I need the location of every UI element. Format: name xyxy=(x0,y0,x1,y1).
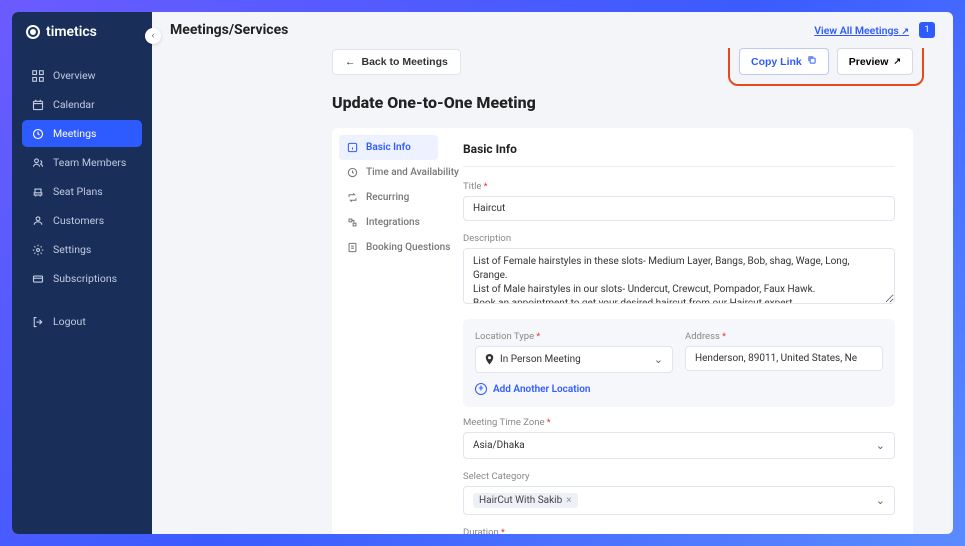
sidebar-item-label: Team Members xyxy=(53,156,126,169)
sidebar-item-seat-plans[interactable]: Seat Plans xyxy=(22,178,142,205)
brand-name: timetics xyxy=(46,24,97,40)
sidebar-item-overview[interactable]: Overview xyxy=(22,62,142,89)
location-group: Location Type In Person Meeting ⌄ xyxy=(463,319,895,407)
sidebar: timetics Overview Calendar Meetings Team… xyxy=(12,12,152,534)
location-type-select[interactable]: In Person Meeting ⌄ xyxy=(475,346,673,373)
plug-icon xyxy=(347,217,358,228)
step-time-availability[interactable]: Time and Availability xyxy=(339,160,438,185)
location-type-value: In Person Meeting xyxy=(500,354,581,365)
chip-remove-icon[interactable]: × xyxy=(566,495,571,506)
sidebar-item-team-members[interactable]: Team Members xyxy=(22,149,142,176)
sidebar-item-label: Subscriptions xyxy=(53,272,117,285)
plus-icon: + xyxy=(475,383,487,395)
category-chip: HairCut With Sakib × xyxy=(473,493,578,508)
view-all-meetings-link[interactable]: View All Meetings ↗ xyxy=(814,24,909,37)
users-icon xyxy=(32,157,44,169)
brand-logo: timetics xyxy=(22,24,142,40)
customer-icon xyxy=(32,215,44,227)
step-booking-questions[interactable]: Booking Questions xyxy=(339,235,438,260)
category-chip-label: HairCut With Sakib xyxy=(479,495,562,506)
page-title: Meetings/Services xyxy=(170,22,288,38)
chevron-down-icon: ⌄ xyxy=(654,353,663,366)
logout-icon xyxy=(32,316,44,328)
address-label: Address xyxy=(685,331,883,342)
grid-icon xyxy=(32,70,44,82)
step-label: Recurring xyxy=(366,192,409,203)
card-icon xyxy=(32,273,44,285)
pin-icon xyxy=(485,354,494,366)
step-label: Basic Info xyxy=(366,142,411,153)
address-input[interactable] xyxy=(685,346,883,371)
back-to-meetings-button[interactable]: ← Back to Meetings xyxy=(332,49,461,75)
brand-icon xyxy=(26,25,40,39)
sidebar-collapse-button[interactable]: ‹ xyxy=(145,28,161,44)
timezone-label: Meeting Time Zone xyxy=(463,417,895,428)
copy-icon xyxy=(807,55,817,68)
title-label: Title xyxy=(463,181,895,192)
form-heading: Update One-to-One Meeting xyxy=(332,93,913,112)
timezone-select[interactable]: Asia/Dhaka ⌄ xyxy=(463,432,895,459)
sidebar-item-meetings[interactable]: Meetings xyxy=(22,120,142,147)
gear-icon xyxy=(32,244,44,256)
step-label: Booking Questions xyxy=(366,242,450,253)
category-label: Select Category xyxy=(463,471,895,482)
form-icon xyxy=(347,242,358,253)
sidebar-item-label: Logout xyxy=(53,315,86,328)
step-basic-info[interactable]: Basic Info xyxy=(339,135,438,160)
topbar: Meetings/Services View All Meetings ↗ 1 xyxy=(152,12,953,48)
category-select[interactable]: HairCut With Sakib × ⌄ xyxy=(463,486,895,515)
duration-label: Duration xyxy=(463,527,895,534)
sidebar-item-label: Customers xyxy=(53,214,104,227)
description-textarea[interactable] xyxy=(463,248,895,304)
preview-button[interactable]: Preview ↗ xyxy=(837,48,913,75)
sidebar-item-calendar[interactable]: Calendar xyxy=(22,91,142,118)
description-label: Description xyxy=(463,233,895,244)
sidebar-item-label: Seat Plans xyxy=(53,185,103,198)
copy-link-label: Copy Link xyxy=(751,56,802,68)
sidebar-item-label: Settings xyxy=(53,243,91,256)
timezone-value: Asia/Dhaka xyxy=(473,440,525,451)
form-area: Basic Info Title Description Location Ty… xyxy=(445,128,913,534)
section-title: Basic Info xyxy=(463,142,895,167)
calendar-icon xyxy=(32,99,44,111)
notification-badge[interactable]: 1 xyxy=(919,22,935,38)
external-link-icon: ↗ xyxy=(893,56,901,67)
clock-icon xyxy=(32,128,44,140)
step-integrations[interactable]: Integrations xyxy=(339,210,438,235)
sidebar-item-logout[interactable]: Logout xyxy=(22,308,142,335)
clock-icon xyxy=(347,167,358,178)
sidebar-item-label: Calendar xyxy=(53,98,95,111)
sidebar-item-label: Meetings xyxy=(53,127,96,140)
seat-icon xyxy=(32,186,44,198)
copy-link-button[interactable]: Copy Link xyxy=(739,48,829,75)
chevron-down-icon: ⌄ xyxy=(876,494,885,507)
info-icon xyxy=(347,142,358,153)
chevron-down-icon: ⌄ xyxy=(876,439,885,452)
sidebar-item-settings[interactable]: Settings xyxy=(22,236,142,263)
form-panel: Basic Info Time and Availability Recurri… xyxy=(332,128,913,534)
sidebar-item-subscriptions[interactable]: Subscriptions xyxy=(22,265,142,292)
add-location-button[interactable]: + Add Another Location xyxy=(475,383,883,395)
add-location-label: Add Another Location xyxy=(493,384,590,395)
step-nav: Basic Info Time and Availability Recurri… xyxy=(332,128,445,534)
back-button-label: Back to Meetings xyxy=(362,56,448,68)
location-type-label: Location Type xyxy=(475,331,673,342)
repeat-icon xyxy=(347,192,358,203)
preview-label: Preview xyxy=(849,56,889,68)
arrow-left-icon: ← xyxy=(345,56,356,68)
title-input[interactable] xyxy=(463,196,895,221)
step-recurring[interactable]: Recurring xyxy=(339,185,438,210)
sidebar-item-customers[interactable]: Customers xyxy=(22,207,142,234)
external-link-icon: ↗ xyxy=(901,27,909,37)
step-label: Integrations xyxy=(366,217,420,228)
sidebar-item-label: Overview xyxy=(53,69,96,82)
